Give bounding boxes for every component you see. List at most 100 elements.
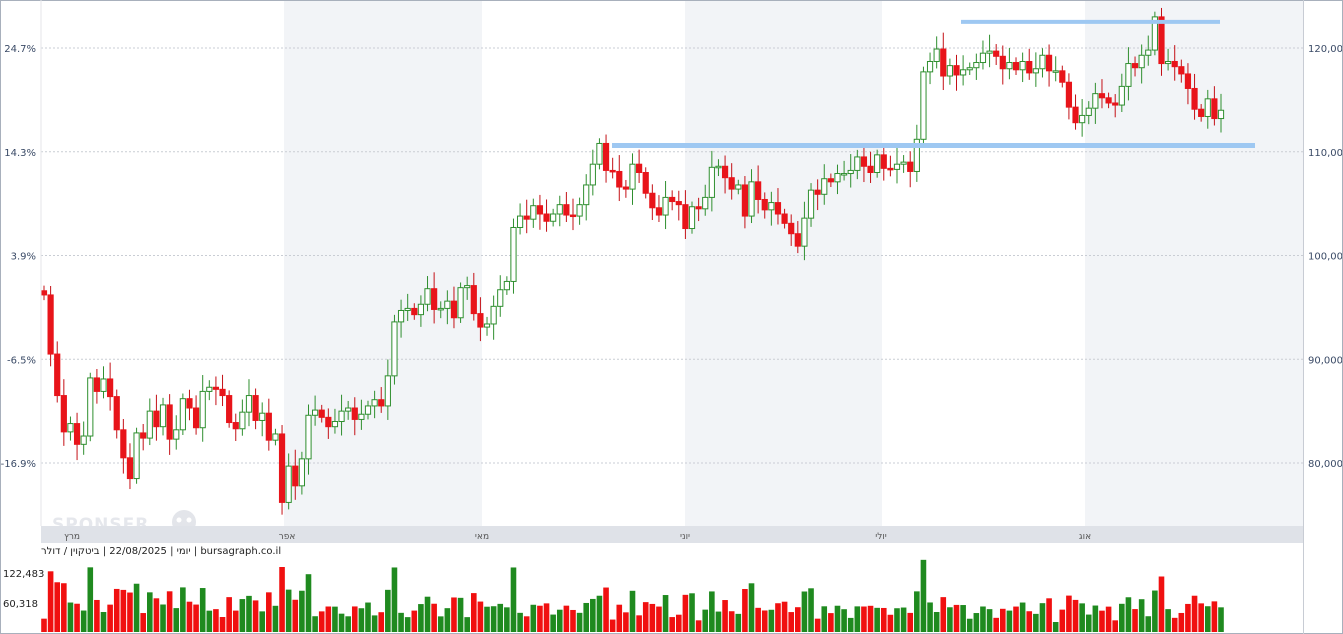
candle-body xyxy=(907,161,914,172)
volume-bar xyxy=(1013,606,1019,632)
volume-bar xyxy=(900,607,907,632)
candle-body xyxy=(54,353,61,397)
volume-bar xyxy=(504,607,510,632)
month-label: יולי xyxy=(875,532,887,542)
volume-bar xyxy=(530,604,537,632)
candle-body xyxy=(431,288,438,310)
volume-bar xyxy=(424,596,431,632)
volume-bar xyxy=(1046,598,1052,632)
candle-body xyxy=(206,386,213,392)
candle-body xyxy=(47,294,54,355)
candle-body xyxy=(728,177,735,190)
volume-bar xyxy=(980,606,986,632)
volume-bar xyxy=(1072,599,1079,632)
volume-bar xyxy=(140,613,146,632)
volume-bar xyxy=(100,612,107,632)
mascot-eye xyxy=(176,517,182,523)
volume-bar xyxy=(662,595,669,632)
left-tick-label: 3.9% xyxy=(11,252,36,263)
candle-body xyxy=(834,173,841,183)
right-tick-label: 80,000 xyxy=(1308,459,1343,470)
volume-bar xyxy=(854,606,861,632)
candle-body xyxy=(788,222,795,235)
candle-body xyxy=(755,181,762,200)
month-axis-strip xyxy=(41,526,1303,543)
candle-body xyxy=(219,388,226,397)
volume-bar xyxy=(1191,595,1198,632)
candle-body xyxy=(1052,70,1059,73)
candle-body xyxy=(1131,63,1139,69)
right-tick-label: 110,000 xyxy=(1308,148,1343,159)
candle-body xyxy=(774,202,782,215)
volume-bar xyxy=(1026,611,1033,632)
volume-bar xyxy=(550,614,556,632)
volume-bar xyxy=(351,606,358,632)
volume-bar xyxy=(292,599,299,632)
volume-bar xyxy=(563,605,570,632)
candle-body xyxy=(159,404,167,428)
volume-bar xyxy=(437,616,444,632)
candle-body xyxy=(893,163,901,170)
volume-bar xyxy=(861,606,867,632)
candle-body xyxy=(100,378,107,392)
chart-wrapper: SPONSER מרץ אפר מאי יוני יולי אוג -16.9% -6.5%… xyxy=(0,0,1343,634)
candle-body xyxy=(444,300,451,309)
candle-body xyxy=(523,215,530,220)
volume-bar xyxy=(1171,617,1178,632)
volume-bar xyxy=(365,602,371,632)
volume-bar xyxy=(556,609,563,632)
candle-body xyxy=(1072,106,1079,124)
volume-bar xyxy=(1138,599,1145,632)
volume-bar xyxy=(788,612,794,632)
candle-body xyxy=(1178,66,1185,75)
candle-body xyxy=(986,50,993,54)
candle-body xyxy=(636,163,643,173)
volume-bar xyxy=(616,604,623,632)
candle-body xyxy=(530,205,537,220)
volume-bar xyxy=(867,605,874,632)
candle-body xyxy=(285,465,292,503)
candle-body xyxy=(391,321,398,377)
candle-body xyxy=(345,407,352,412)
left-tick-label: 24.7% xyxy=(4,44,36,55)
candle-body xyxy=(437,307,444,311)
candle-body xyxy=(364,405,372,415)
volume-bar xyxy=(927,602,933,632)
candle-body xyxy=(900,161,907,165)
volume-bar xyxy=(629,590,636,632)
volume-bar xyxy=(695,620,702,632)
candle-body xyxy=(1145,49,1152,56)
volume-bar xyxy=(332,606,338,632)
candle-body xyxy=(351,407,358,420)
volume-bar xyxy=(1125,597,1132,632)
right-tick-label: 90,000 xyxy=(1308,355,1343,366)
candle-body xyxy=(305,414,312,460)
volume-bar xyxy=(999,608,1006,632)
volume-bar xyxy=(1158,576,1165,632)
candle-body xyxy=(966,67,973,71)
volume-bar xyxy=(180,587,186,632)
candle-body xyxy=(860,156,868,167)
candle-body xyxy=(563,204,570,216)
candle-body xyxy=(80,435,87,445)
volume-bar xyxy=(543,603,550,632)
candle-body xyxy=(1165,60,1172,65)
volume-bar xyxy=(940,597,947,632)
candle-body xyxy=(926,60,934,73)
candle-body xyxy=(768,202,775,211)
volume-bar xyxy=(808,588,814,632)
candle-body xyxy=(1138,54,1145,69)
candle-body xyxy=(179,398,186,431)
volume-bar xyxy=(54,582,61,632)
candle-body xyxy=(1098,93,1106,99)
candle-body xyxy=(569,214,577,218)
candle-body xyxy=(794,233,801,247)
candle-body xyxy=(629,163,636,190)
candle-body xyxy=(1092,93,1099,109)
candle-body xyxy=(715,165,722,169)
candle-body xyxy=(470,285,477,315)
candle-body xyxy=(642,172,649,194)
volume-bar xyxy=(702,609,709,632)
candle-body xyxy=(1105,97,1112,104)
candle-body xyxy=(596,142,603,165)
